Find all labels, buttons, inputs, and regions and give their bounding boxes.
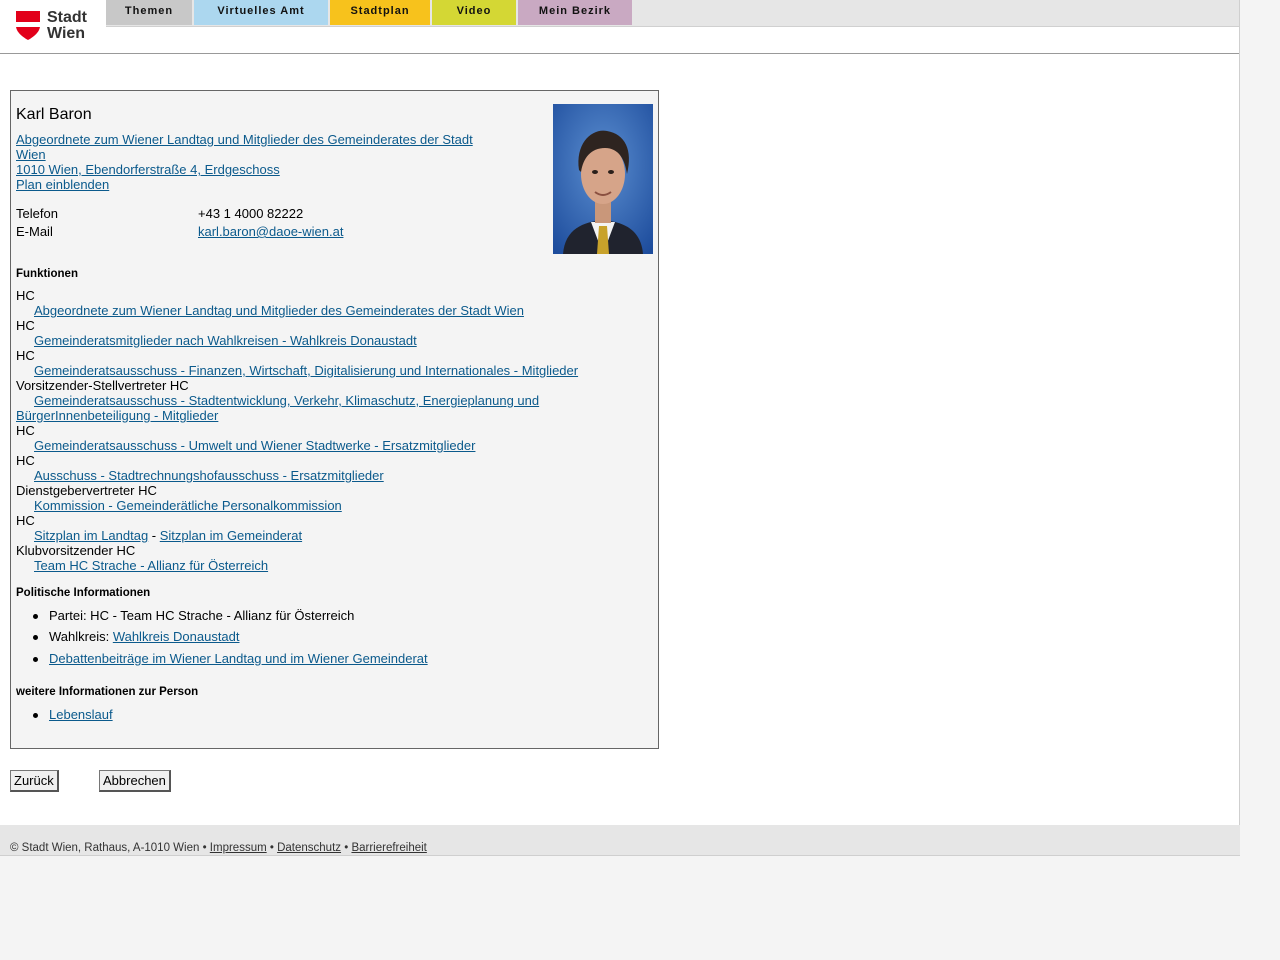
- email-link[interactable]: karl.baron@daoe-wien.at: [198, 224, 343, 239]
- function-role: HC: [16, 348, 35, 363]
- main-navigation: Themen Virtuelles Amt Stadtplan Video Me…: [106, 0, 1239, 27]
- barrierefreiheit-link[interactable]: Barrierefreiheit: [351, 842, 426, 854]
- vienna-shield-icon: [16, 11, 40, 40]
- seating-plan-landtag-link[interactable]: Sitzplan im Landtag: [34, 528, 148, 543]
- weitere-informationen-heading: weitere Informationen zur Person: [16, 686, 199, 698]
- tab-themen[interactable]: Themen: [106, 0, 192, 25]
- phone-label: Telefon: [16, 206, 58, 221]
- function-role: HC: [16, 318, 35, 333]
- person-name: Karl Baron: [16, 106, 92, 123]
- function-role: HC: [16, 513, 35, 528]
- function-link[interactable]: Ausschuss - Stadtrechnungshofausschuss -…: [34, 468, 634, 483]
- header: Stadt Wien Themen Virtuelles Amt Stadtpla…: [0, 0, 1239, 54]
- politische-informationen-heading: Politische Informationen: [16, 587, 151, 599]
- function-link[interactable]: Gemeinderatsmitglieder nach Wahlkreisen …: [34, 333, 634, 348]
- email-label: E-Mail: [16, 224, 53, 239]
- function-role: Vorsitzender-Stellvertreter HC: [16, 378, 189, 393]
- function-role: Dienstgebervertreter HC: [16, 483, 157, 498]
- footer: © Stadt Wien, Rathaus, A-1010 Wien • Imp…: [0, 825, 1240, 856]
- debatten-link[interactable]: Debattenbeiträge im Wiener Landtag und i…: [49, 651, 428, 666]
- cancel-button[interactable]: Abbrechen: [99, 770, 171, 792]
- footer-text: © Stadt Wien, Rathaus, A-1010 Wien • Imp…: [10, 842, 427, 854]
- party-info: Partei: HC - Team HC Strache - Allianz f…: [32, 608, 355, 623]
- datenschutz-link[interactable]: Datenschutz: [277, 842, 341, 854]
- function-link[interactable]: Gemeinderatsausschuss - Stadtentwicklung…: [16, 393, 576, 423]
- function-link[interactable]: Abgeordnete zum Wiener Landtag und Mitgl…: [34, 303, 634, 318]
- seating-plan-links: Sitzplan im Landtag - Sitzplan im Gemein…: [34, 528, 303, 543]
- lebenslauf-link[interactable]: Lebenslauf: [49, 707, 113, 722]
- stadt-wien-logo[interactable]: Stadt Wien: [16, 10, 96, 42]
- function-link[interactable]: Gemeinderatsausschuss - Finanzen, Wirtsc…: [34, 363, 634, 378]
- seating-plan-gemeinderat-link[interactable]: Sitzplan im Gemeinderat: [160, 528, 302, 543]
- wahlkreis-info: Wahlkreis: Wahlkreis Donaustadt: [33, 629, 240, 644]
- tab-virtuelles-amt[interactable]: Virtuelles Amt: [194, 0, 328, 25]
- impressum-link[interactable]: Impressum: [210, 842, 267, 854]
- organisation-link[interactable]: Abgeordnete zum Wiener Landtag und Mitgl…: [16, 132, 473, 162]
- tab-video[interactable]: Video: [432, 0, 516, 25]
- debatten-item: Debattenbeiträge im Wiener Landtag und i…: [33, 651, 428, 666]
- wahlkreis-link[interactable]: Wahlkreis Donaustadt: [113, 629, 240, 644]
- function-role: Klubvorsitzender HC: [16, 543, 136, 558]
- address-link[interactable]: 1010 Wien, Ebendorferstraße 4, Erdgescho…: [16, 162, 280, 177]
- function-role: HC: [16, 423, 35, 438]
- function-role: HC: [16, 288, 35, 303]
- tab-mein-bezirk[interactable]: Mein Bezirk: [518, 0, 632, 25]
- function-link[interactable]: Team HC Strache - Allianz für Österreich: [34, 558, 634, 573]
- function-link[interactable]: Gemeinderatsausschuss - Umwelt und Wiene…: [34, 438, 634, 453]
- phone-value: +43 1 4000 82222: [198, 206, 304, 221]
- person-detail-box: Karl Baron Abgeordnete zum Wiener Landta…: [10, 90, 659, 749]
- logo-wordmark: Stadt Wien: [47, 9, 87, 42]
- function-role: HC: [16, 453, 35, 468]
- back-button[interactable]: Zurück: [10, 770, 59, 792]
- funktionen-heading: Funktionen: [16, 268, 78, 280]
- show-map-link[interactable]: Plan einblenden: [16, 177, 109, 192]
- person-photo: [553, 104, 653, 254]
- function-link[interactable]: Kommission - Gemeinderätliche Personalko…: [34, 498, 634, 513]
- tab-stadtplan[interactable]: Stadtplan: [330, 0, 430, 25]
- lebenslauf-item: Lebenslauf: [33, 707, 113, 722]
- page: Stadt Wien Themen Virtuelles Amt Stadtpla…: [0, 0, 1240, 856]
